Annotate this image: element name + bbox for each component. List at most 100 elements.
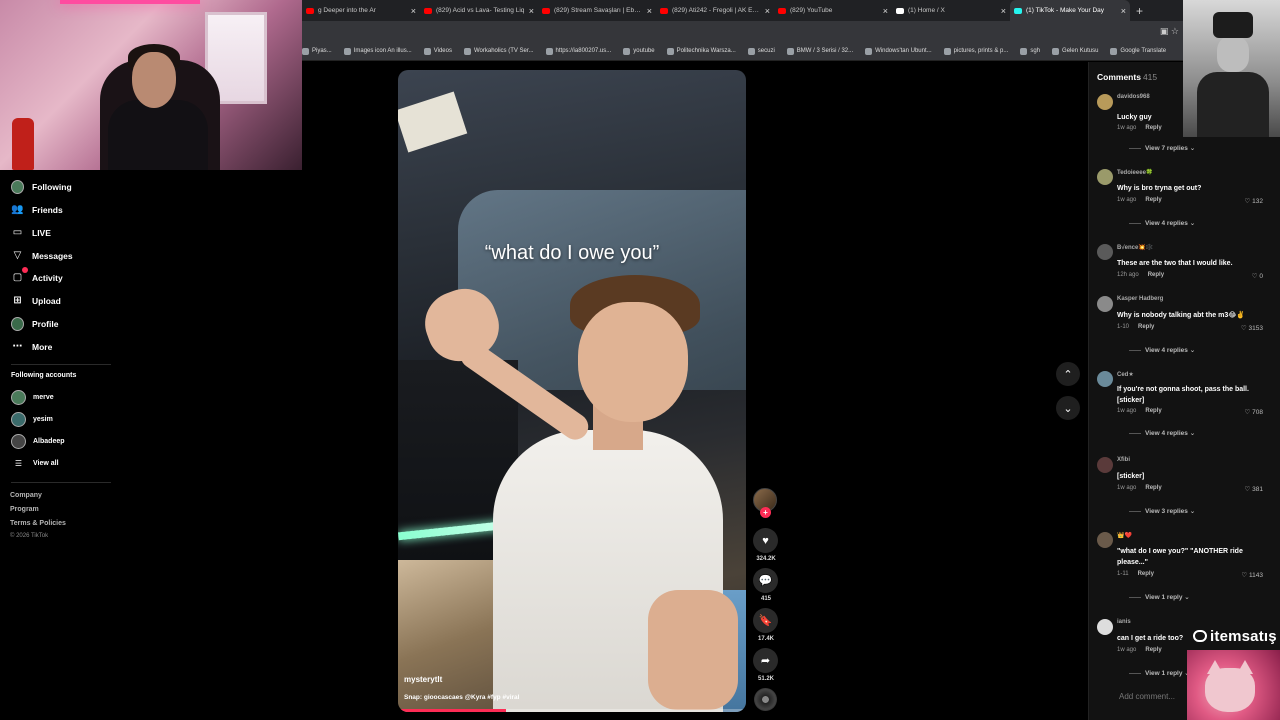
- comment-username[interactable]: Tedoieeee🍀: [1117, 169, 1153, 176]
- nav-profile[interactable]: Profile: [11, 316, 58, 331]
- bookmark-item[interactable]: Workaholics (TV Ser...: [463, 47, 534, 55]
- avatar[interactable]: [1097, 532, 1113, 548]
- bookmark-item[interactable]: Windows'tan Ubunt...: [865, 47, 932, 55]
- reply-button[interactable]: Reply: [1145, 647, 1161, 653]
- avatar[interactable]: [1097, 371, 1113, 387]
- tab-title: (1) TikTok - Make Your Day: [1026, 7, 1105, 14]
- account-albadeep[interactable]: Albadeep: [11, 434, 65, 449]
- comment-time: 1w ago: [1117, 408, 1137, 414]
- nav-upload[interactable]: ⊞ Upload: [11, 294, 61, 307]
- reply-button[interactable]: Reply: [1145, 125, 1161, 131]
- save-button[interactable]: 🔖: [753, 608, 778, 633]
- bookmark-item[interactable]: Images icon An illus...: [343, 47, 412, 55]
- bookmark-item[interactable]: secuzi: [747, 47, 775, 55]
- view-replies-button[interactable]: View 7 replies ⌄: [1129, 144, 1195, 152]
- browser-tab[interactable]: (829) Stream Savaşları | Ebo x U ×: [538, 0, 656, 21]
- reply-button[interactable]: Reply: [1145, 197, 1161, 203]
- bookmark-item[interactable]: sgh: [1020, 47, 1040, 55]
- bookmark-item[interactable]: Videos: [423, 47, 452, 55]
- comment-like-button[interactable]: ♡ 3153: [1241, 324, 1263, 332]
- nav-live[interactable]: ▭ LIVE: [11, 226, 51, 239]
- account-yesim[interactable]: yesim: [11, 412, 53, 427]
- close-icon[interactable]: ×: [883, 6, 888, 16]
- account-merve[interactable]: merve: [11, 390, 54, 405]
- comment-button[interactable]: 💬: [753, 568, 778, 593]
- heart-icon: ♥: [762, 534, 769, 547]
- bookmark-item[interactable]: Gelen Kutusu: [1052, 47, 1098, 55]
- avatar[interactable]: [1097, 169, 1113, 185]
- nav-following[interactable]: Following: [11, 179, 72, 194]
- comment-like-button[interactable]: ♡ 381: [1245, 485, 1264, 493]
- footer-terms[interactable]: Terms & Policies: [10, 520, 66, 527]
- view-replies-button[interactable]: View 1 reply ⌄: [1129, 593, 1190, 601]
- reply-button[interactable]: Reply: [1145, 408, 1161, 414]
- comment-username[interactable]: davidos968: [1117, 94, 1150, 100]
- bookmark-item[interactable]: https://ia800207.us...: [545, 47, 611, 55]
- new-tab-button[interactable]: +: [1136, 4, 1143, 18]
- browser-tab[interactable]: (1) TikTok - Make Your Day ×: [1010, 0, 1130, 21]
- reply-button[interactable]: Reply: [1138, 324, 1154, 330]
- comment-like-button[interactable]: ♡ 132: [1245, 197, 1264, 205]
- bookmark-item[interactable]: BMW / 3 Serisi / 32...: [786, 47, 853, 55]
- comment-like-count: 132: [1252, 198, 1263, 205]
- reply-button[interactable]: Reply: [1148, 272, 1164, 278]
- close-icon[interactable]: ×: [529, 6, 534, 16]
- reply-button[interactable]: Reply: [1138, 571, 1154, 577]
- comment-username[interactable]: ianis: [1117, 619, 1131, 625]
- avatar[interactable]: [1097, 94, 1113, 110]
- next-video-button[interactable]: ⌄: [1056, 396, 1080, 420]
- bookmark-item[interactable]: Politechnika Warsza...: [666, 47, 736, 55]
- avatar[interactable]: [1097, 296, 1113, 312]
- comment-like-button[interactable]: ♡ 708: [1245, 408, 1264, 416]
- close-icon[interactable]: ×: [1001, 6, 1006, 16]
- close-icon[interactable]: ×: [765, 6, 770, 16]
- close-icon[interactable]: ×: [1121, 6, 1126, 16]
- bookmark-item[interactable]: pictures, prints & p...: [943, 47, 1008, 55]
- browser-tab[interactable]: g Deeper into the Ar ×: [302, 0, 420, 21]
- avatar[interactable]: [1097, 244, 1113, 260]
- video-player[interactable]: “what do I owe you” mysterytlt Snap: gio…: [398, 70, 746, 712]
- video-progress-bar[interactable]: [398, 709, 746, 712]
- music-disc-icon[interactable]: [754, 688, 777, 711]
- comment-username[interactable]: Kasper Hadberg: [1117, 296, 1163, 302]
- previous-video-button[interactable]: ⌃: [1056, 362, 1080, 386]
- browser-tab[interactable]: (1) Home / X ×: [892, 0, 1010, 21]
- bookmark-item[interactable]: youtube: [623, 47, 655, 55]
- comment-username[interactable]: B√ence💥🕸️: [1117, 244, 1153, 251]
- view-replies-button[interactable]: View 4 replies ⌄: [1129, 429, 1195, 437]
- view-replies-button[interactable]: View 4 replies ⌄: [1129, 219, 1195, 227]
- browser-tab[interactable]: (829) YouTube ×: [774, 0, 892, 21]
- nav-more[interactable]: ⋯ More: [11, 340, 53, 353]
- address-bar[interactable]: ▣ ☆: [302, 21, 1183, 42]
- view-replies-button[interactable]: View 1 reply ⌄: [1129, 669, 1190, 677]
- reply-button[interactable]: Reply: [1145, 485, 1161, 491]
- nav-activity[interactable]: ▢ Activity: [11, 267, 63, 284]
- footer-program[interactable]: Program: [10, 506, 39, 513]
- extensions-icon[interactable]: ▣ ☆: [1160, 26, 1179, 37]
- follow-plus-icon[interactable]: +: [760, 507, 771, 518]
- nav-messages[interactable]: ▽ Messages: [11, 249, 73, 262]
- share-button[interactable]: ➦: [753, 648, 778, 673]
- close-icon[interactable]: ×: [411, 6, 416, 16]
- tab-title: g Deeper into the Ar: [318, 7, 376, 14]
- avatar[interactable]: [1097, 457, 1113, 473]
- comment-like-button[interactable]: ♡ 0: [1252, 272, 1263, 280]
- comment-like-button[interactable]: ♡ 1143: [1241, 571, 1263, 579]
- view-all-link[interactable]: ☰ View all: [11, 457, 59, 470]
- view-replies-button[interactable]: View 3 replies ⌄: [1129, 507, 1195, 515]
- footer-company[interactable]: Company: [10, 492, 42, 499]
- avatar[interactable]: [1097, 619, 1113, 635]
- bookmark-item[interactable]: Google Translate: [1110, 47, 1166, 55]
- video-author[interactable]: mysterytlt: [404, 675, 442, 684]
- comment-username[interactable]: Xfibi: [1117, 457, 1130, 463]
- view-replies-button[interactable]: View 4 replies ⌄: [1129, 346, 1195, 354]
- browser-tab[interactable]: (829) Acid vs Lava- Testing Liq ×: [420, 0, 538, 21]
- add-comment-input[interactable]: Add comment...: [1119, 692, 1175, 701]
- browser-tab[interactable]: (829) Ati242 - Fregoli | AK Exclu ×: [656, 0, 774, 21]
- close-icon[interactable]: ×: [647, 6, 652, 16]
- bookmark-item[interactable]: Piyas...: [302, 47, 332, 55]
- like-button[interactable]: ♥: [753, 528, 778, 553]
- comment-username[interactable]: 👑❤️: [1117, 532, 1132, 539]
- nav-friends[interactable]: 👥 Friends: [11, 203, 62, 216]
- comment-username[interactable]: Ced★: [1117, 371, 1134, 378]
